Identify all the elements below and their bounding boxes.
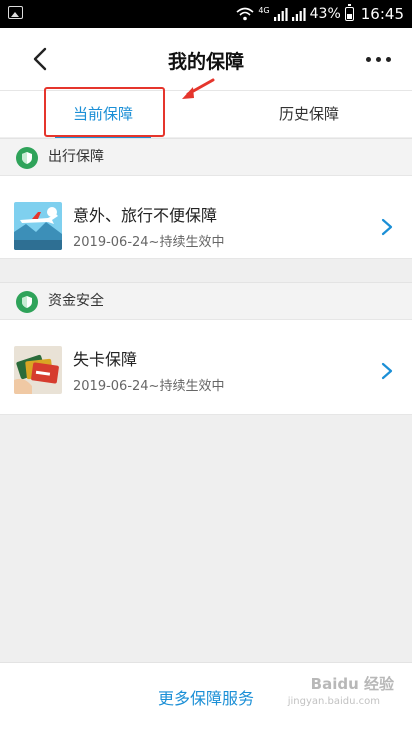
status-bar-right: 4G 43% 16:45 xyxy=(236,4,404,23)
clock: 16:45 xyxy=(360,5,404,23)
airplane-thumbnail xyxy=(14,202,62,250)
section-header-travel: 出行保障 xyxy=(0,138,412,175)
more-dots-icon[interactable] xyxy=(366,52,396,66)
watermark-url: jingyan.baidu.com xyxy=(287,696,380,707)
coverage-name: 失卡保障 xyxy=(73,350,138,369)
coverage-date: 2019-06-24~持续生效中 xyxy=(73,235,225,250)
gallery-icon xyxy=(8,6,23,19)
status-bar: 4G 43% 16:45 xyxy=(0,0,412,28)
battery-percent: 43% xyxy=(309,6,341,22)
section-title: 出行保障 xyxy=(48,149,104,165)
section-title: 资金安全 xyxy=(48,293,104,309)
shield-icon xyxy=(16,291,38,313)
watermark-logo: Baidu 经验 xyxy=(310,675,394,693)
signal-icon-2 xyxy=(291,7,306,21)
section-header-funds: 资金安全 xyxy=(0,282,412,319)
annotation-arrow-icon xyxy=(182,78,215,99)
page-title: 我的保障 xyxy=(167,51,244,73)
battery-icon xyxy=(344,4,354,21)
coverage-card-lost-card[interactable]: 失卡保障 2019-06-24~持续生效中 xyxy=(0,319,412,415)
shield-icon xyxy=(16,147,38,169)
more-services-link[interactable]: 更多保障服务 xyxy=(158,685,254,709)
coverage-date: 2019-06-24~持续生效中 xyxy=(73,379,225,394)
network-type: 4G xyxy=(258,6,270,15)
tab-history-coverage[interactable]: 历史保障 xyxy=(206,91,412,138)
chevron-right-icon[interactable] xyxy=(380,362,394,380)
bank-cards-thumbnail xyxy=(14,346,62,394)
wifi-icon xyxy=(236,7,254,21)
coverage-name: 意外、旅行不便保障 xyxy=(73,206,218,225)
chevron-right-icon[interactable] xyxy=(380,218,394,236)
signal-icon xyxy=(273,7,288,21)
tab-current-coverage[interactable]: 当前保障 xyxy=(0,91,206,138)
coverage-card-travel[interactable]: 意外、旅行不便保障 2019-06-24~持续生效中 xyxy=(0,175,412,259)
